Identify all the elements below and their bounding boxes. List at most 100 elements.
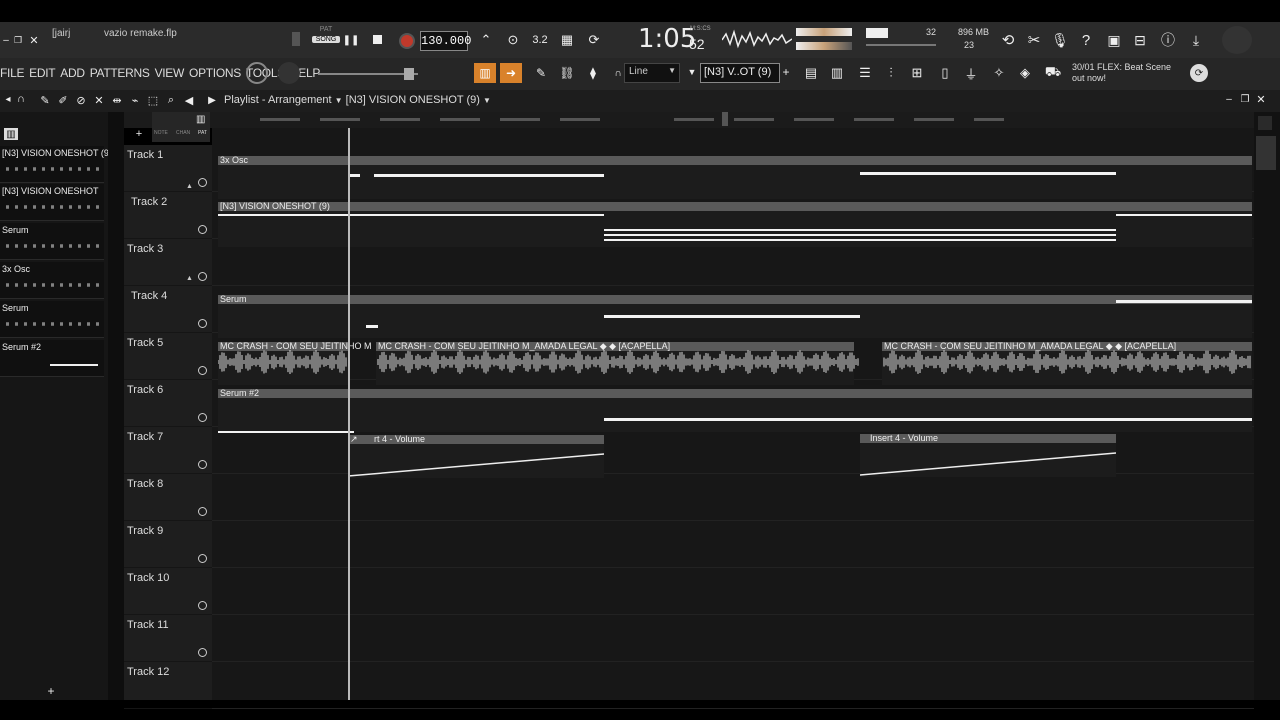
microphone-icon[interactable]: 🎙︎ xyxy=(1050,30,1070,50)
magnet-snap-icon[interactable]: ∩ xyxy=(14,92,28,106)
news-refresh-icon[interactable]: ⟳ xyxy=(1190,64,1208,82)
zoom-tool-icon[interactable]: ⌕ xyxy=(164,92,178,108)
paint-tool-icon[interactable]: ✐ xyxy=(56,92,70,108)
browser-icon[interactable]: ⊞ xyxy=(906,63,928,83)
playlist-icon[interactable]: ▤ xyxy=(800,63,822,83)
restore-button[interactable]: ❐ xyxy=(12,34,24,46)
menu-view[interactable]: VIEW xyxy=(155,66,185,80)
track-lane[interactable] xyxy=(212,615,1254,662)
track-lane[interactable] xyxy=(212,662,1254,709)
picker-item[interactable]: Serum xyxy=(0,223,104,260)
playlist-close-button[interactable]: ✕ xyxy=(1254,92,1268,106)
render-icon[interactable]: ⊟ xyxy=(1130,30,1150,50)
scroll-up-button[interactable] xyxy=(1258,116,1272,130)
loop-record-icon[interactable]: ⟳ xyxy=(584,30,604,50)
playback-tool-icon[interactable]: ◀︎ xyxy=(182,92,196,108)
menu-options[interactable]: OPTIONS xyxy=(189,66,241,80)
master-volume-handle[interactable] xyxy=(404,68,414,80)
edison-icon[interactable]: ◈ xyxy=(1014,63,1036,83)
record-icon[interactable] xyxy=(399,33,415,49)
slip-tool-icon[interactable]: ⇹ xyxy=(110,92,124,108)
picker-item[interactable]: [N3] VISION ONESHOT xyxy=(0,184,104,221)
plugin-icon[interactable]: ▯ xyxy=(934,63,956,83)
channel-rack-icon[interactable]: ▥ xyxy=(826,63,848,83)
scroll-thumb[interactable] xyxy=(1256,136,1276,170)
menu-file[interactable]: FILE xyxy=(0,66,24,80)
vertical-scrollbar[interactable] xyxy=(1254,112,1280,700)
mute-tool-icon[interactable]: ✕ xyxy=(92,92,106,108)
pat-mode-label[interactable]: PAT xyxy=(198,130,207,136)
stamp-icon[interactable]: ⧫ xyxy=(582,63,604,83)
window-menu-icon[interactable]: ▶ xyxy=(206,92,218,108)
track-lane[interactable] xyxy=(212,568,1254,615)
arrow-right-icon[interactable]: ➜ xyxy=(500,63,522,83)
news-panel[interactable]: 30/01 FLEX: Beat Scene out now! xyxy=(1072,62,1171,84)
add-icon[interactable]: + xyxy=(46,684,56,698)
track-lane[interactable] xyxy=(212,521,1254,568)
overview-bar[interactable] xyxy=(260,118,620,121)
mute-toggle-icon[interactable] xyxy=(198,366,207,375)
cart-icon[interactable]: ⛟ xyxy=(1042,63,1064,83)
track-group-arrow-icon[interactable]: ▲ xyxy=(186,275,193,282)
master-volume-slider[interactable] xyxy=(318,73,418,75)
info-icon[interactable]: ⓘ xyxy=(1158,30,1178,50)
mute-toggle-icon[interactable] xyxy=(198,460,207,469)
track-group-arrow-icon[interactable]: ▲ xyxy=(186,183,193,190)
mute-toggle-icon[interactable] xyxy=(198,178,207,187)
note-mode-label[interactable]: NOTE xyxy=(154,130,168,136)
picker-item[interactable]: 3x Osc xyxy=(0,262,104,299)
playhead[interactable] xyxy=(348,128,350,700)
minimize-button[interactable]: – xyxy=(0,34,12,46)
menu-add[interactable]: ADD xyxy=(60,66,85,80)
playlist-minimize-button[interactable]: – xyxy=(1222,92,1236,106)
metronome-icon[interactable]: ⌃ xyxy=(476,30,496,50)
mute-toggle-icon[interactable] xyxy=(198,648,207,657)
mute-toggle-icon[interactable] xyxy=(198,413,207,422)
stop-icon[interactable] xyxy=(373,35,382,44)
tempo-display[interactable]: 130.000 xyxy=(420,31,471,51)
chan-mode-label[interactable]: CHAN xyxy=(176,130,190,136)
mute-toggle-icon[interactable] xyxy=(198,319,207,328)
playlist-maximize-button[interactable]: ❐ xyxy=(1238,92,1252,106)
save-icon[interactable]: ▣ xyxy=(1104,30,1124,50)
playlist-view-icon[interactable]: ▥ xyxy=(474,63,496,83)
pattern-clip[interactable]: Serum #2 xyxy=(218,388,1252,433)
download-icon[interactable]: ⤓ xyxy=(1186,30,1206,50)
pat-song-toggle[interactable]: PAT SONG xyxy=(312,26,340,54)
wait-icon[interactable]: ⊙ xyxy=(503,30,523,50)
pause-icon[interactable]: ❚❚ xyxy=(343,32,360,48)
mute-toggle-icon[interactable] xyxy=(198,507,207,516)
undo-icon[interactable]: ⟲ xyxy=(998,30,1018,50)
picker-item[interactable]: Serum #2 xyxy=(0,340,104,377)
help-icon[interactable]: ? xyxy=(1076,30,1096,50)
menu-patterns[interactable]: PATTERNS xyxy=(90,66,150,80)
piano-roll-icon[interactable]: ☰ xyxy=(854,63,876,83)
menu-edit[interactable]: EDIT xyxy=(29,66,55,80)
touch-controller-icon[interactable]: ✧ xyxy=(988,63,1010,83)
draw-tool-icon[interactable]: ✎ xyxy=(38,92,52,108)
picker-toggle-icon[interactable]: ▥ xyxy=(4,128,18,140)
playlist-breadcrumb[interactable]: Playlist - Arrangement ▼ [N3] VISION ONE… xyxy=(224,94,491,106)
add-pattern-icon[interactable]: + xyxy=(780,64,792,80)
master-pitch-knob[interactable] xyxy=(278,62,300,84)
add-track-icon[interactable]: + xyxy=(134,128,144,140)
mute-toggle-icon[interactable] xyxy=(198,272,207,281)
typing-keyboard-icon[interactable]: ▦ xyxy=(557,30,577,50)
pattern-clip[interactable]: Serum xyxy=(218,294,1252,338)
arrangement-grid[interactable]: 3x Osc [N3] VISION ONESHOT (9) Serum MC … xyxy=(212,128,1254,709)
close-button[interactable]: ✕ xyxy=(28,34,40,47)
step-edit-icon[interactable]: 3.2 xyxy=(530,30,550,50)
options-arrow-icon[interactable]: ◂ xyxy=(2,92,14,106)
picker-item[interactable]: Serum xyxy=(0,301,104,338)
pattern-clip[interactable]: 3x Osc xyxy=(218,155,1252,199)
track-header[interactable]: Track 12 xyxy=(124,648,212,709)
pattern-selector[interactable]: [N3] V..OT (9) xyxy=(700,63,780,83)
mute-toggle-icon[interactable] xyxy=(198,554,207,563)
pencil-tool-icon[interactable]: ✎ xyxy=(530,63,552,83)
link-icon[interactable]: ⛓︎ xyxy=(556,63,578,83)
picker-splitter[interactable] xyxy=(108,112,124,700)
automation-clip[interactable]: Insert 4 - Volume xyxy=(860,433,1116,477)
tools-icon[interactable]: ✂ xyxy=(1024,30,1044,50)
mute-toggle-icon[interactable] xyxy=(198,601,207,610)
time-display[interactable]: 1:05 xyxy=(638,24,696,54)
